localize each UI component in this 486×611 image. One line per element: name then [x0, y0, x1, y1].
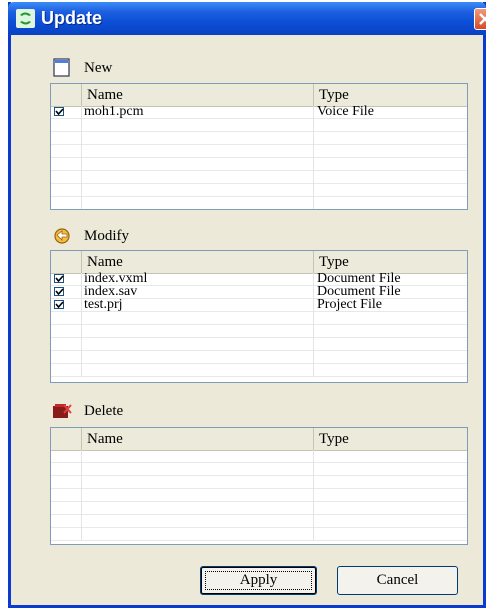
- cancel-button[interactable]: Cancel: [337, 566, 458, 595]
- name-column-header[interactable]: Name: [81, 251, 314, 273]
- table-row: [51, 145, 467, 158]
- new-document-icon: [52, 58, 72, 78]
- name-column-header[interactable]: Name: [81, 84, 314, 106]
- name-column-header[interactable]: Name: [81, 428, 314, 450]
- table-row: [51, 158, 467, 171]
- table-row: [51, 463, 467, 476]
- table-row: [51, 338, 467, 351]
- table-row: [51, 364, 467, 377]
- apply-button[interactable]: Apply: [200, 566, 317, 595]
- section-new-label: New: [84, 60, 113, 76]
- new-files-table[interactable]: Name Type moh1.pcm Voice File: [50, 83, 468, 210]
- table-row: [51, 476, 467, 489]
- row-checkbox[interactable]: [54, 300, 64, 309]
- title-bar[interactable]: Update: [8, 2, 486, 35]
- checkmark-icon: [55, 275, 64, 283]
- table-row[interactable]: moh1.pcm Voice File: [51, 104, 467, 119]
- table-row: [51, 312, 467, 325]
- row-checkbox[interactable]: [54, 107, 64, 116]
- section-delete-label: Delete: [84, 403, 124, 419]
- table-row: [51, 184, 467, 197]
- close-button[interactable]: [474, 8, 486, 30]
- deleted-files-table[interactable]: Name Type: [50, 427, 468, 545]
- table-row: [51, 351, 467, 364]
- table-row: [51, 489, 467, 502]
- table-row: [51, 119, 467, 132]
- file-type: Project File: [317, 297, 382, 312]
- close-icon: [479, 13, 486, 25]
- type-column-header[interactable]: Type: [314, 84, 467, 106]
- checkmark-icon: [55, 108, 64, 116]
- table-row: [51, 515, 467, 528]
- delete-icon: [52, 401, 72, 421]
- file-name: moh1.pcm: [84, 104, 144, 119]
- table-row[interactable]: test.prj Project File: [51, 297, 467, 312]
- table-row: [51, 450, 467, 463]
- type-column-header[interactable]: Type: [314, 251, 467, 273]
- row-checkbox[interactable]: [54, 287, 64, 296]
- table-row: [51, 197, 467, 209]
- checkmark-icon: [55, 288, 64, 296]
- update-app-icon: [16, 9, 35, 28]
- row-checkbox[interactable]: [54, 274, 64, 283]
- file-name: test.prj: [84, 297, 123, 312]
- modify-icon: [52, 226, 72, 246]
- file-type: Voice File: [317, 104, 374, 119]
- table-row: [51, 502, 467, 515]
- modified-files-table[interactable]: Name Type index.vxml Document File index…: [50, 250, 468, 383]
- table-row: [51, 528, 467, 541]
- checkmark-icon: [55, 301, 64, 309]
- table-header: Name Type: [51, 428, 467, 451]
- table-row: [51, 325, 467, 338]
- type-column-header[interactable]: Type: [314, 428, 467, 450]
- section-modify-label: Modify: [84, 228, 129, 244]
- window-title: Update: [41, 8, 103, 28]
- table-row: [51, 171, 467, 184]
- table-row: [51, 132, 467, 145]
